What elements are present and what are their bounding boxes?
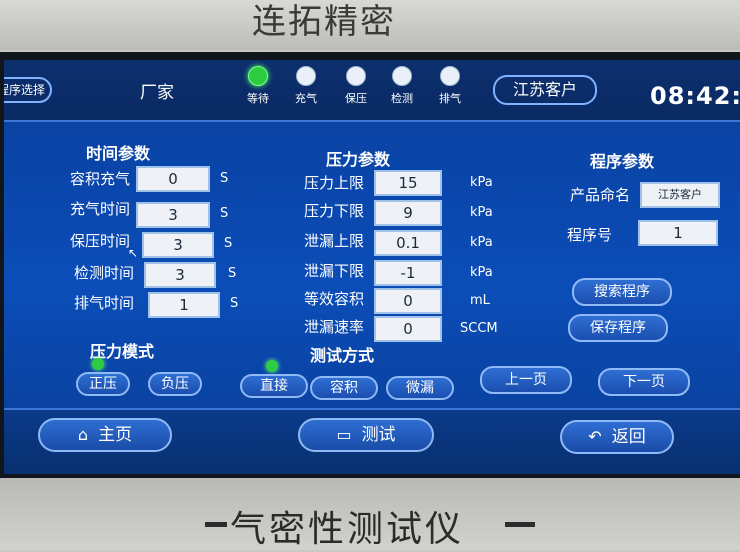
volume-mode-button[interactable]: 容积: [310, 376, 378, 400]
step-exhaust: 排气: [428, 66, 472, 106]
step-fill-label: 充气: [295, 92, 317, 105]
volume-fill-time-input[interactable]: 0: [136, 166, 210, 192]
pressure-params-title: 压力参数: [326, 150, 391, 169]
time-row-label: 保压时间: [69, 232, 130, 250]
test-button-label: 测试: [361, 425, 396, 445]
step-hold-led: [346, 66, 366, 86]
pressure-unit: kPa: [470, 175, 493, 190]
back-arrow-icon: ↶: [588, 427, 602, 446]
pressure-lower-input[interactable]: 9: [374, 200, 442, 226]
customer-badge[interactable]: 江苏客户: [493, 75, 597, 105]
step-exhaust-label: 排气: [439, 92, 461, 105]
pressure-row-label: 压力上限: [303, 174, 364, 192]
step-detect-label: 检测: [391, 92, 413, 105]
program-params-title: 程序参数: [590, 152, 655, 171]
hold-time-input[interactable]: 3: [142, 232, 214, 258]
time-unit: S: [224, 236, 233, 251]
time-row-label: 检测时间: [73, 264, 134, 282]
step-exhaust-led: [440, 66, 460, 86]
pointer-cursor-icon: ↖: [128, 246, 139, 260]
step-wait: 等待: [236, 66, 280, 106]
bottom-nav-bar: ⌂ 主页 ▭ 测试 ↶ 返回: [4, 408, 740, 474]
nameplate-rule-right: [505, 522, 535, 527]
nameplate-rule-left: [205, 522, 227, 527]
time-unit: S: [228, 266, 237, 281]
pressure-row-label: 泄漏下限: [303, 262, 364, 280]
step-detect: 检测: [380, 66, 424, 106]
touch-screen: 程序选择 厂家 等待 充气 保压 检测 排气 江苏客户 08:42:15 时间参…: [4, 60, 740, 474]
pressure-unit: kPa: [470, 235, 493, 250]
next-page-button[interactable]: 下一页: [598, 368, 690, 396]
prev-page-button[interactable]: 上一页: [480, 366, 572, 394]
time-unit: S: [230, 296, 239, 311]
pressure-unit: kPa: [470, 205, 493, 220]
exhaust-time-input[interactable]: 1: [148, 292, 220, 318]
volume-unit: mL: [470, 293, 490, 308]
step-hold-label: 保压: [345, 92, 367, 105]
device-name-plate: 气密性测试仪: [230, 509, 465, 550]
step-hold: 保压: [334, 66, 378, 106]
time-unit: S: [220, 171, 229, 186]
pressure-row-label: 压力下限: [303, 202, 364, 220]
status-bar: 程序选择 厂家 等待 充气 保压 检测 排气 江苏客户 08:42:15: [4, 60, 740, 122]
pressure-row-label: 泄漏上限: [303, 232, 364, 250]
search-program-button[interactable]: 搜索程序: [572, 278, 672, 306]
equivalent-volume-input[interactable]: 0: [374, 288, 442, 314]
time-params-title: 时间参数: [86, 144, 151, 163]
product-name-input[interactable]: 江苏客户: [640, 182, 720, 208]
negative-pressure-button[interactable]: 负压: [148, 372, 202, 396]
vendor-label: 厂家: [140, 83, 174, 103]
home-button[interactable]: ⌂ 主页: [38, 418, 172, 452]
home-button-label: 主页: [98, 425, 133, 445]
step-wait-led: [248, 66, 268, 86]
product-name-label: 产品命名: [569, 186, 630, 204]
back-button-label: 返回: [611, 427, 646, 447]
program-no-label: 程序号: [566, 226, 612, 244]
step-wait-label: 等待: [247, 92, 269, 105]
leak-rate-input[interactable]: 0: [374, 316, 442, 342]
positive-pressure-selected-led: [92, 358, 104, 370]
time-unit: S: [220, 206, 229, 221]
direct-mode-selected-led: [266, 360, 278, 372]
time-row-label: 充气时间: [69, 200, 130, 218]
pressure-row-label: 泄漏速率: [303, 318, 364, 336]
monitor-icon: ▭: [336, 425, 352, 444]
step-fill-led: [296, 66, 316, 86]
program-select-button[interactable]: 程序选择: [4, 77, 52, 103]
micro-leak-mode-button[interactable]: 微漏: [386, 376, 454, 400]
pressure-unit: kPa: [470, 265, 493, 280]
home-icon: ⌂: [77, 425, 89, 444]
pressure-upper-input[interactable]: 15: [374, 170, 442, 196]
time-row-label: 排气时间: [73, 294, 134, 312]
program-no-input[interactable]: 1: [638, 220, 718, 246]
step-detect-led: [392, 66, 412, 86]
device-bezel-top: 连拓精密: [0, 0, 740, 50]
test-mode-title: 测试方式: [310, 346, 375, 365]
leak-lower-input[interactable]: -1: [374, 260, 442, 286]
positive-pressure-button[interactable]: 正压: [76, 372, 130, 396]
fill-time-input[interactable]: 3: [136, 202, 210, 228]
leak-upper-input[interactable]: 0.1: [374, 230, 442, 256]
device-brand: 连拓精密: [252, 2, 396, 42]
pressure-row-label: 等效容积: [303, 290, 364, 308]
leak-rate-unit: SCCM: [460, 321, 498, 336]
device-bezel-bottom: 气密性测试仪: [0, 478, 740, 550]
step-fill: 充气: [284, 66, 328, 106]
time-row-label: 容积充气: [69, 170, 130, 188]
direct-mode-button[interactable]: 直接: [240, 374, 308, 398]
clock-display: 08:42:15: [650, 82, 740, 110]
test-button[interactable]: ▭ 测试: [298, 418, 434, 452]
save-program-button[interactable]: 保存程序: [568, 314, 668, 342]
detect-time-input[interactable]: 3: [144, 262, 216, 288]
back-button[interactable]: ↶ 返回: [560, 420, 674, 454]
